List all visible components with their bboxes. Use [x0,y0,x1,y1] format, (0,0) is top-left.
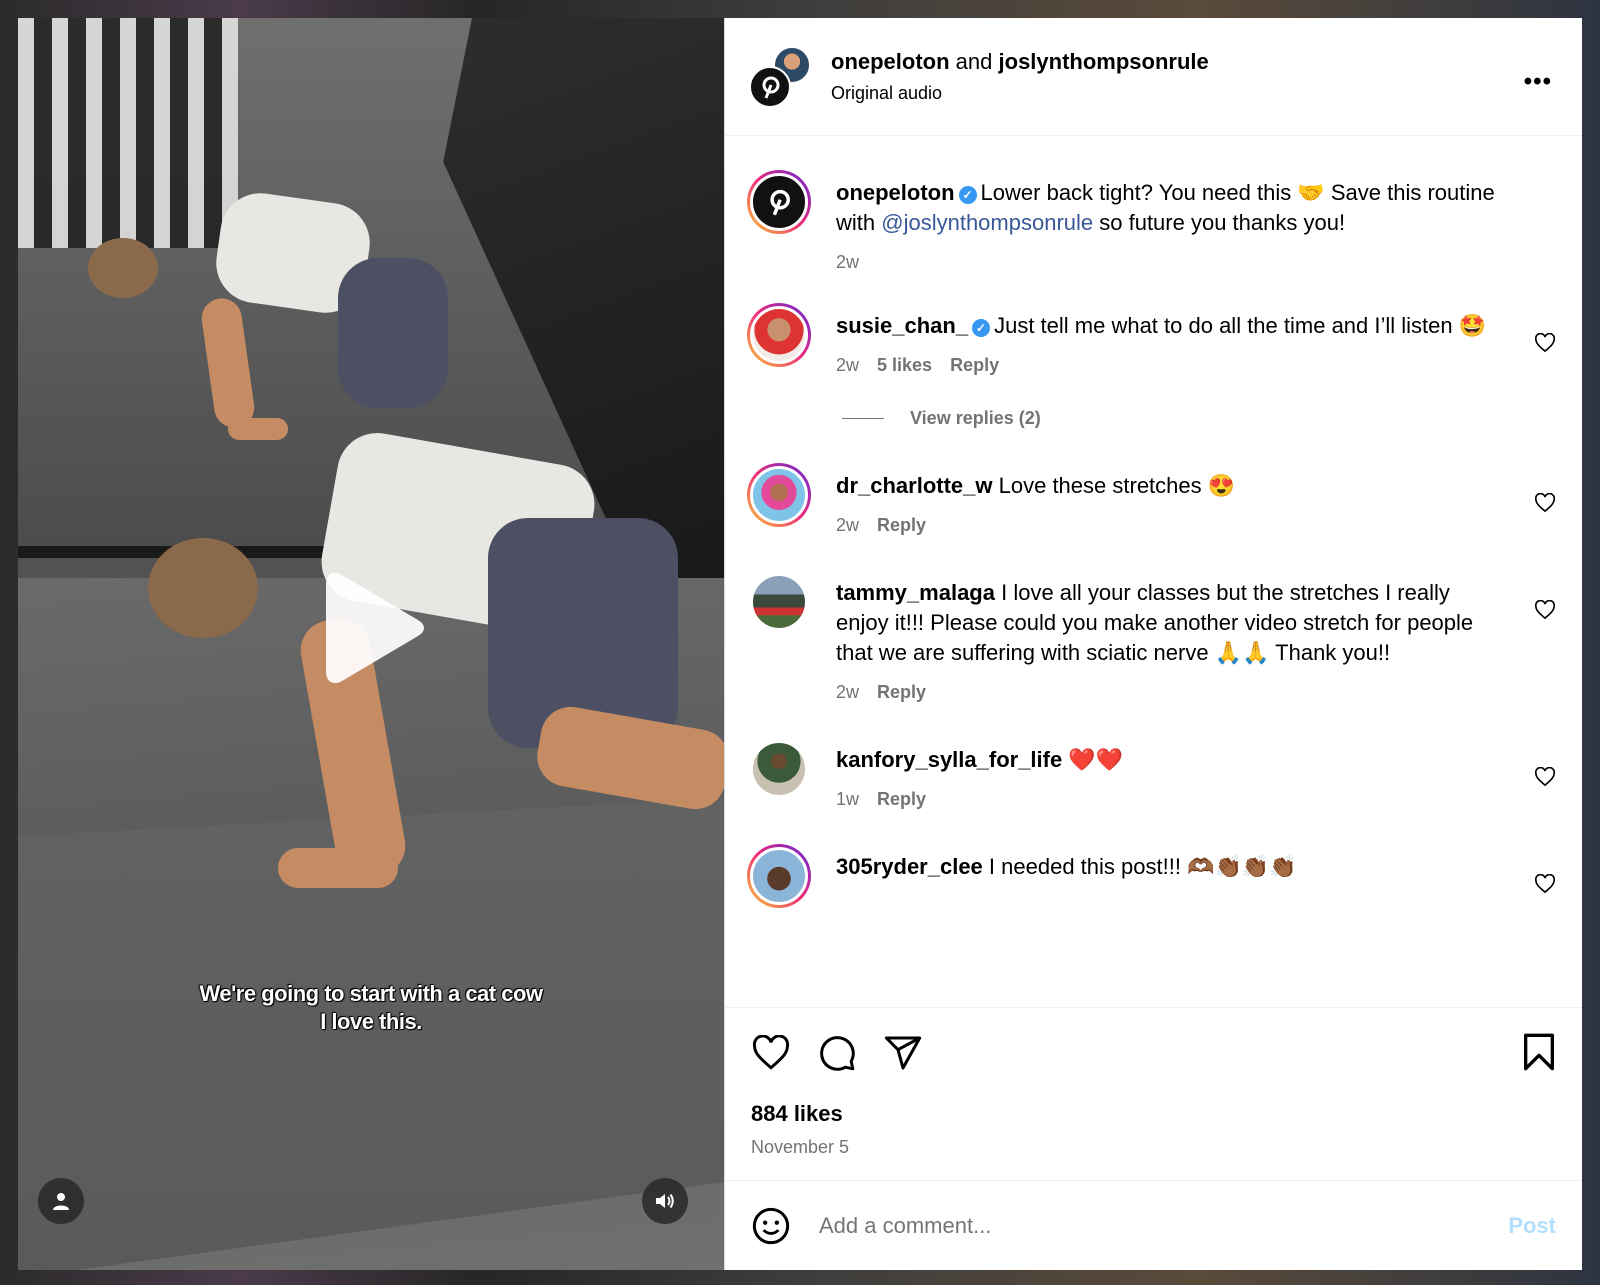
heart-icon[interactable] [1534,767,1556,787]
avatar[interactable] [747,463,811,527]
header-and: and [955,49,993,74]
comment-meta: 1w Reply [836,789,1508,810]
header-text: onepeloton and joslynthompsonrule Origin… [831,49,1209,104]
verified-icon: ✓ [972,319,991,337]
reply-button[interactable]: Reply [877,682,926,702]
user-tag-icon[interactable] [38,1178,84,1224]
peloton-logo-icon [770,189,790,216]
view-replies-label: View replies (2) [910,408,1041,428]
comment-username[interactable]: susie_chan_ [836,313,968,338]
video-player[interactable]: We're going to start with a cat cow I lo… [18,18,724,1270]
comment-time[interactable]: 2w [836,355,859,375]
comment-composer: Post [725,1180,1582,1270]
bookmark-icon[interactable] [1522,1032,1556,1072]
avatar[interactable] [747,303,811,367]
post-modal: We're going to start with a cat cow I lo… [18,18,1582,1270]
comment-time[interactable]: 2w [836,252,859,272]
comments-list[interactable]: onepeloton ✓ Lower back tight? You need th… [725,136,1582,1007]
caption-meta: 2w [836,252,1508,273]
comment-username[interactable]: kanfory_sylla_for_life [836,747,1062,772]
avatar[interactable] [747,570,811,634]
comment-likes[interactable]: 5 likes [877,355,932,375]
caption-line-2: I love this. [320,1009,422,1034]
comment-meta: 2w Reply [836,515,1508,536]
verified-icon: ✓ [958,186,977,204]
play-icon[interactable] [318,570,428,686]
comment-body: ❤️❤️ [1068,747,1124,772]
comment-item: kanfory_sylla_for_life ❤️❤️ 1w Reply [747,737,1558,810]
comment-meta: 2w Reply [836,682,1508,703]
heart-icon[interactable] [1534,333,1556,353]
avatar[interactable] [747,844,811,908]
peloton-avatar[interactable] [749,65,791,108]
comment-time[interactable]: 2w [836,682,859,702]
heart-icon[interactable] [1534,493,1556,513]
emoji-icon[interactable] [751,1206,791,1246]
heart-icon[interactable] [1534,874,1556,894]
likes-count[interactable]: 884 likes [725,1097,1582,1127]
post-button[interactable]: Post [1508,1213,1556,1239]
comment-item: dr_charlotte_w Love these stretches 😍 2w… [747,463,1558,536]
share-icon[interactable] [883,1033,923,1073]
header-names: onepeloton and joslynthompsonrule [831,49,1209,75]
comment-body: I needed this post!!! 🫶🏾👏🏾👏🏾👏🏾 [988,854,1297,879]
comment-time[interactable]: 1w [836,789,859,809]
post-header: onepeloton and joslynthompsonrule Origin… [725,18,1582,136]
comment-username[interactable]: onepeloton [836,180,955,205]
reply-button[interactable]: Reply [877,789,926,809]
comment-username[interactable]: 305ryder_clee [836,854,983,879]
comment-item: susie_chan_ ✓ Just tell me what to do all … [747,303,1558,376]
comment-text: tammy_malaga I love all your classes but… [836,578,1508,668]
reply-button[interactable]: Reply [877,515,926,535]
comment-body: Love these stretches 😍 [998,473,1236,498]
comment-text: dr_charlotte_w Love these stretches 😍 [836,471,1508,501]
comment-body: Just tell me what to do all the time and… [994,313,1487,338]
heart-icon[interactable] [1534,600,1556,620]
view-replies-line [842,418,884,419]
post-panel: onepeloton and joslynthompsonrule Origin… [724,18,1582,1270]
comment-item: 305ryder_clee I needed this post!!! 🫶🏾👏🏾… [747,844,1558,908]
header-user-2[interactable]: joslynthompsonrule [999,49,1209,74]
reply-button[interactable]: Reply [950,355,999,375]
comment-username[interactable]: tammy_malaga [836,580,995,605]
action-bar [725,1007,1582,1097]
audio-label[interactable]: Original audio [831,83,1209,104]
avatar[interactable] [747,170,811,234]
comment-username[interactable]: dr_charlotte_w [836,473,993,498]
header-user-1[interactable]: onepeloton [831,49,950,74]
comment-text: 305ryder_clee I needed this post!!! 🫶🏾👏🏾… [836,852,1508,882]
post-date[interactable]: November 5 [725,1127,1582,1180]
comment-text: susie_chan_ ✓ Just tell me what to do all … [836,311,1508,341]
mention-link[interactable]: @joslynthompsonrule [881,210,1093,235]
post-caption: onepeloton ✓ Lower back tight? You need th… [747,170,1558,273]
comment-text: kanfory_sylla_for_life ❤️❤️ [836,745,1508,775]
heart-icon[interactable] [751,1034,791,1071]
caption-text-part: so future you thanks you! [1093,210,1346,235]
comment-meta: 2w 5 likes Reply [836,355,1508,376]
caption-text: onepeloton ✓ Lower back tight? You need th… [836,178,1508,238]
video-wall [18,18,238,248]
video-caption: We're going to start with a cat cow I lo… [18,980,724,1036]
view-replies-button[interactable]: View replies (2) [747,408,1558,429]
peloton-logo-icon [762,76,780,99]
header-avatars[interactable] [749,45,811,108]
comment-icon[interactable] [817,1033,857,1073]
more-icon[interactable]: ••• [1524,68,1552,96]
comment-time[interactable]: 2w [836,515,859,535]
avatar[interactable] [747,737,811,801]
comment-item: tammy_malaga I love all your classes but… [747,570,1558,703]
caption-line-1: We're going to start with a cat cow [199,981,543,1006]
comment-input[interactable] [819,1212,1509,1239]
sound-icon[interactable] [642,1178,688,1224]
